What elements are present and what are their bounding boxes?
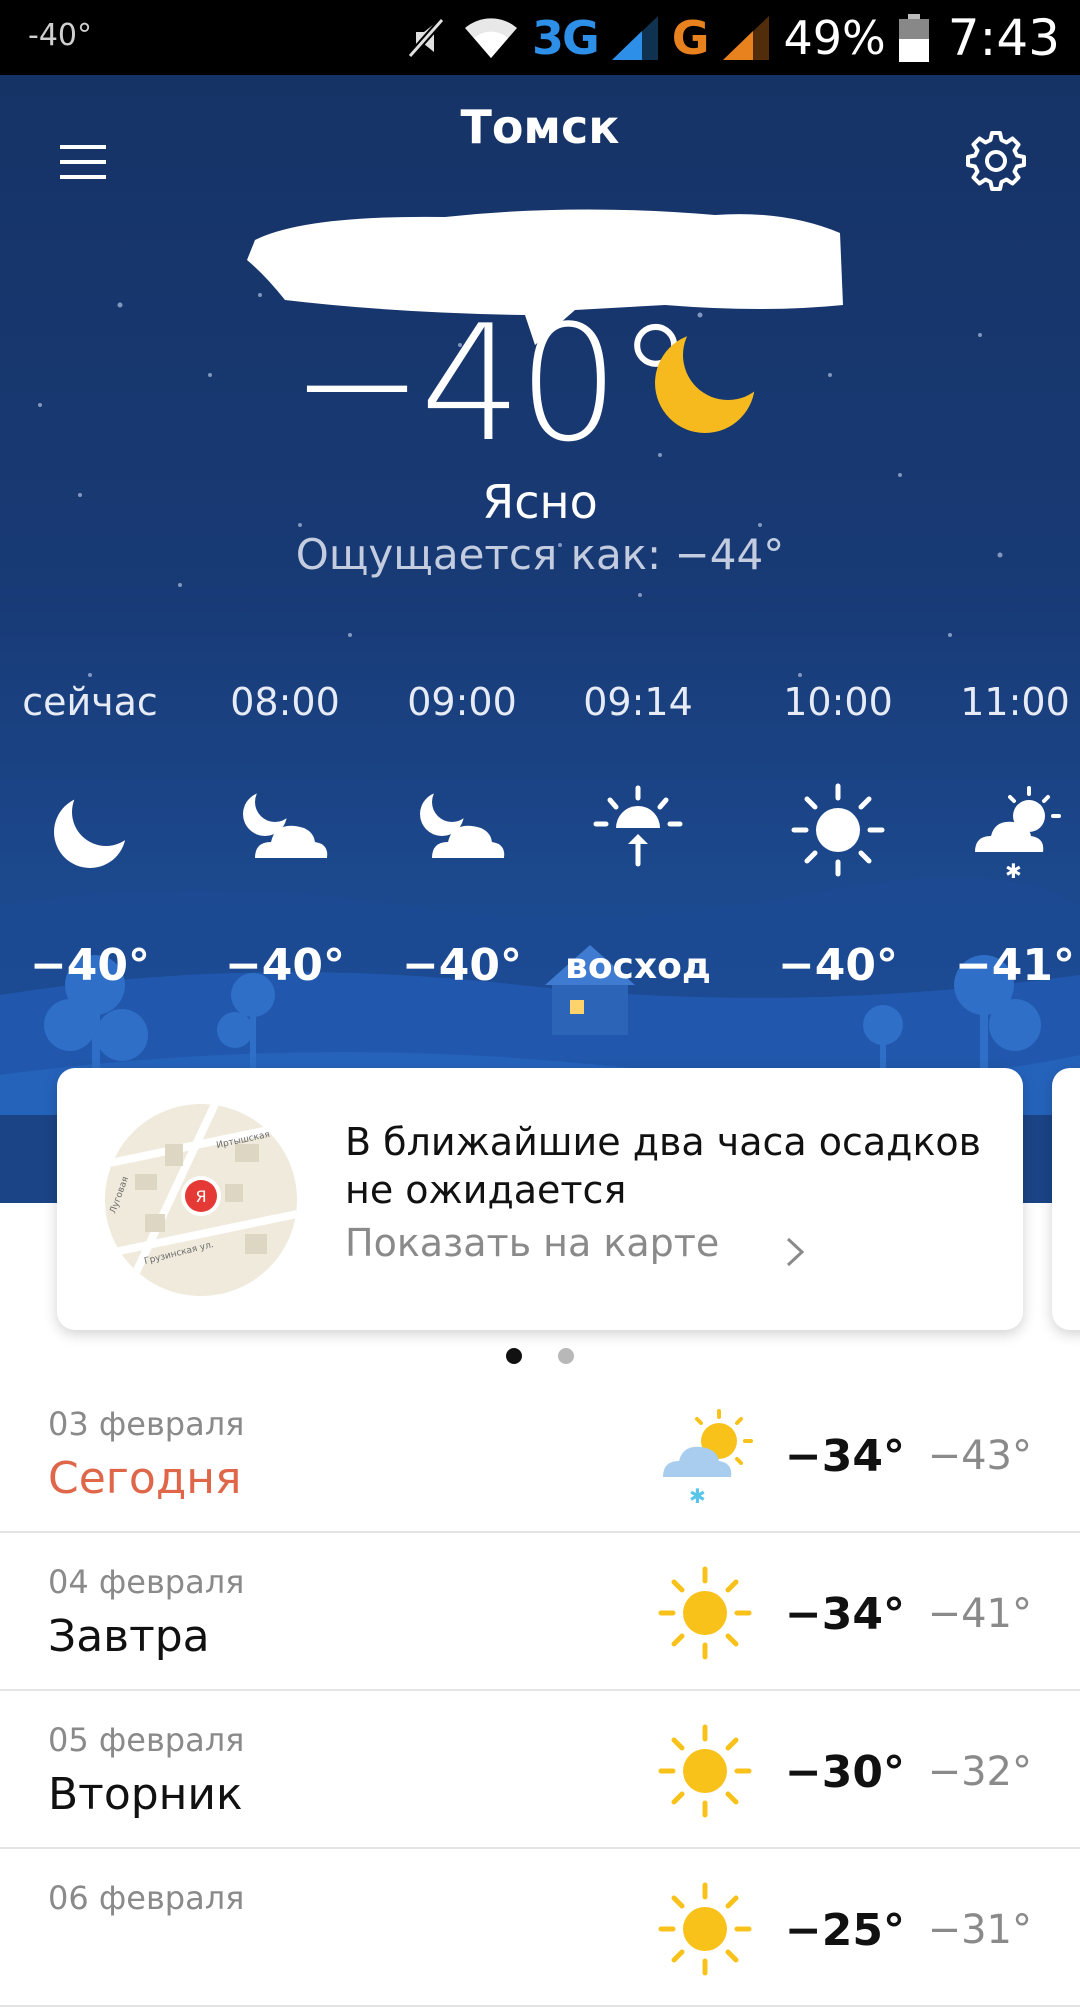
hourly-temp: −40° [224, 940, 346, 991]
day-name: Сегодня [48, 1453, 242, 1504]
nowcast-message: В ближайшие два часа осадков не ожидаетс… [345, 1120, 982, 1212]
svg-text:✱: ✱ [689, 1484, 706, 1505]
day-min-temp: −41° [927, 1591, 1032, 1637]
hourly-item[interactable]: 11:00 ✱ −41° [925, 680, 1080, 991]
wifi-icon [464, 18, 517, 58]
hourly-time: 10:00 [783, 680, 893, 724]
day-name: Вторник [48, 1769, 243, 1820]
day-date: 05 февраля [48, 1721, 245, 1759]
day-max-temp: −30° [784, 1747, 905, 1798]
daily-row[interactable]: 05 февраля Вторник −30° −32° [0, 1691, 1080, 1849]
battery-percent: 49% [783, 11, 886, 65]
day-min-temp: −43° [927, 1433, 1032, 1479]
day-max-temp: −34° [784, 1589, 905, 1640]
next-card-peek[interactable] [1052, 1068, 1080, 1330]
status-icons: 3G G 49% 7:43 [402, 8, 1060, 68]
hourly-temp: −41° [954, 940, 1076, 991]
hourly-item[interactable]: сейчас −40° [0, 680, 180, 991]
signal-icon [723, 16, 770, 60]
hourly-item[interactable]: 10:00 −40° [748, 680, 928, 991]
hourly-forecast[interactable]: сейчас −40° 08:00 −40° 09:00 −40° 09:14 … [0, 680, 1080, 1100]
current-weather-panel: Томск −40° Ясно Ощущается как: −44° сейч… [0, 75, 1080, 1203]
sun-icon [658, 1882, 752, 1976]
card-pager [0, 1348, 1080, 1368]
moon-icon [54, 796, 126, 868]
hourly-time: сейчас [22, 680, 158, 724]
moon-cloud-icon [243, 792, 328, 858]
day-min-temp: −32° [927, 1749, 1032, 1795]
sun-icon [791, 783, 885, 877]
daily-forecast-list: 03 февраля Сегодня ✱ −34° −43° 04 феврал… [0, 1375, 1080, 2007]
condition-text: Ясно [482, 475, 598, 529]
moon-cloud-icon [420, 792, 505, 858]
hourly-time: 11:00 [960, 680, 1070, 724]
day-date: 04 февраля [48, 1563, 245, 1601]
sun-cloud-snow-icon: ✱ [975, 786, 1061, 880]
gear-icon [966, 131, 1026, 191]
mute-icon [407, 17, 445, 59]
precipitation-nowcast-card[interactable]: Иртышская ул. Грузинская ул. Луговая Я В… [57, 1068, 1023, 1330]
sun-cloud-snow-icon: ✱ [663, 1409, 753, 1505]
show-on-map-link[interactable]: Показать на карте [345, 1221, 719, 1265]
hourly-time: 09:14 [583, 680, 693, 724]
day-max-temp: −34° [784, 1431, 905, 1482]
map-marker-label: Я [195, 1187, 206, 1206]
city-title: Томск [460, 100, 620, 154]
battery-icon [898, 14, 929, 62]
map-thumbnail[interactable]: Иртышская ул. Грузинская ул. Луговая Я [105, 1104, 297, 1296]
hourly-temp: восход [565, 946, 711, 987]
hourly-time: 09:00 [407, 680, 517, 724]
status-temperature: -40° [28, 18, 92, 53]
hourly-item[interactable]: 08:00 −40° [195, 680, 375, 991]
pager-dot[interactable] [557, 1348, 574, 1364]
sunrise-icon [593, 785, 683, 867]
daily-row[interactable]: 04 февраля Завтра −34° −41° [0, 1533, 1080, 1691]
signal-icon [611, 16, 658, 60]
status-time: 7:43 [947, 9, 1060, 67]
network-g-label: G [671, 11, 710, 65]
hourly-temp: −40° [777, 940, 899, 991]
current-temperature: −40° [290, 290, 696, 477]
pager-dot-active[interactable] [506, 1348, 523, 1364]
hourly-item[interactable]: 09:00 −40° [372, 680, 552, 991]
settings-button[interactable] [962, 127, 1030, 195]
sun-icon [658, 1566, 752, 1660]
hourly-temp: −40° [401, 940, 523, 991]
chevron-right-icon [786, 1237, 805, 1267]
hourly-time: 08:00 [230, 680, 340, 724]
day-name: Завтра [48, 1611, 210, 1662]
sun-icon [658, 1724, 752, 1818]
svg-text:✱: ✱ [1005, 859, 1022, 880]
daily-row[interactable]: 03 февраля Сегодня ✱ −34° −43° [0, 1375, 1080, 1533]
day-max-temp: −25° [784, 1905, 905, 1956]
network-3g-label: 3G [531, 11, 600, 65]
hourly-temp: −40° [29, 940, 151, 991]
daily-row[interactable]: 06 февраля −25° −31° [0, 1849, 1080, 2007]
hourly-item[interactable]: 09:14 восход [548, 680, 728, 987]
day-date: 03 февраля [48, 1405, 245, 1443]
day-min-temp: −31° [927, 1907, 1032, 1953]
day-date: 06 февраля [48, 1879, 245, 1917]
status-bar: -40° 3G G 49% 7:43 [0, 0, 1080, 75]
moon-icon [655, 333, 755, 433]
feels-like-text: Ощущается как: −44° [295, 530, 785, 579]
